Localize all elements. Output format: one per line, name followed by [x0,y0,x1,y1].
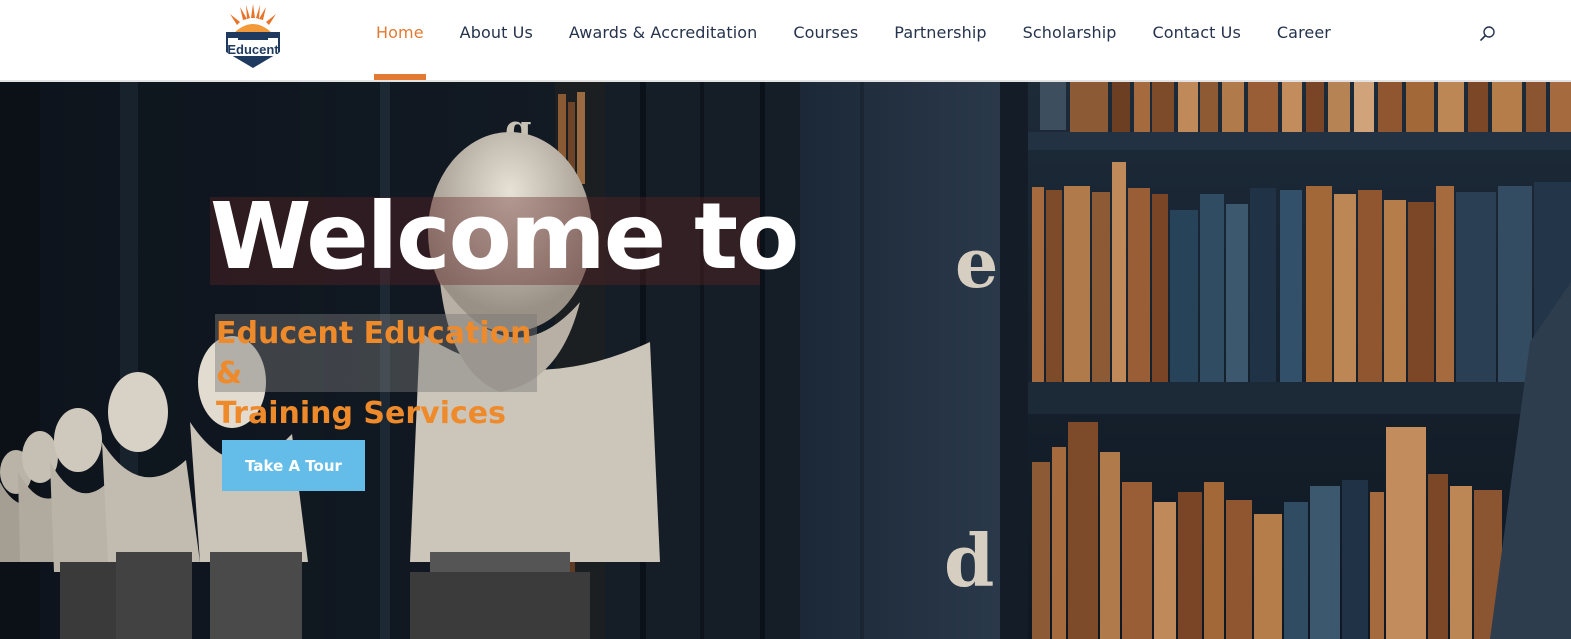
search-button[interactable] [1478,24,1498,44]
hero-subtitle-line1: Educent Education & [216,316,532,391]
nav-item-courses[interactable]: Courses [793,0,858,80]
nav-label-scholarship: Scholarship [1022,23,1117,42]
site-logo[interactable]: Educent [216,2,290,70]
pillar-letter-d: d [944,518,994,603]
nav-label-home: Home [376,23,424,42]
nav-item-contact-us[interactable]: Contact Us [1153,0,1241,80]
logo-text: Educent [227,42,279,57]
nav-item-awards-accreditation[interactable]: Awards & Accreditation [569,0,757,80]
nav-label-courses: Courses [793,23,859,42]
take-a-tour-button[interactable]: Take A Tour [222,440,365,491]
main-nav: Home About Us Awards & Accreditation Cou… [374,0,1367,80]
nav-item-about-us[interactable]: About Us [460,0,533,80]
nav-item-career[interactable]: Career [1277,0,1331,80]
site-header: Educent Home About Us Awards & Accredita… [0,0,1571,82]
nav-item-partnership[interactable]: Partnership [894,0,986,80]
nav-item-home[interactable]: Home [374,0,426,80]
hero-subtitle: Educent Education & Training Services [216,314,556,434]
search-icon [1480,26,1495,41]
educent-logo-sunburst-icon [226,4,280,68]
nav-active-indicator [374,74,426,80]
hero-title: Welcome to [210,183,799,290]
hero-subtitle-line2: Training Services [216,396,506,431]
nav-label-about-us: About Us [459,23,533,42]
nav-label-contact-us: Contact Us [1152,23,1241,42]
hero-section: g e d Welcome to Educent Education & Tra… [0,82,1571,639]
nav-label-partnership: Partnership [894,23,987,42]
nav-label-career: Career [1276,23,1331,42]
nav-label-awards-accreditation: Awards & Accreditation [568,23,758,42]
pillar-letter-e: e [955,224,998,304]
nav-item-scholarship[interactable]: Scholarship [1023,0,1117,80]
